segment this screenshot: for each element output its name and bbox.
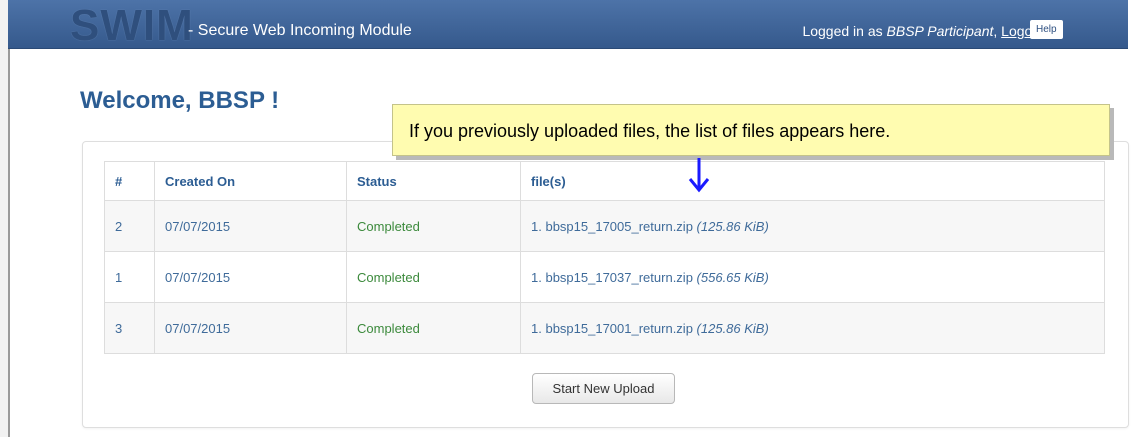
start-new-upload-button[interactable]: Start New Upload: [532, 373, 675, 404]
table-header-row: # Created On Status file(s): [104, 161, 1105, 201]
header-files: file(s): [520, 161, 1105, 201]
help-button[interactable]: Help: [1030, 20, 1063, 39]
row-created-on: 07/07/2015: [154, 251, 347, 303]
row-created-on: 07/07/2015: [154, 200, 347, 252]
header-number: #: [104, 161, 155, 201]
file-index: 1.: [531, 218, 542, 234]
file-link[interactable]: bbsp15_17001_return.zip: [545, 321, 692, 336]
row-created-on: 07/07/2015: [154, 302, 347, 354]
row-status: Completed: [346, 302, 521, 354]
swim-logo[interactable]: SWIM: [70, 4, 194, 48]
table-row: 2 07/07/2015 Completed 1. bbsp15_17005_r…: [104, 200, 1105, 252]
table-row: 1 07/07/2015 Completed 1. bbsp15_17037_r…: [104, 251, 1105, 303]
window-left-line: [8, 48, 10, 437]
row-status: Completed: [346, 251, 521, 303]
file-size: (125.86 KiB): [696, 218, 769, 234]
annotation-arrow-icon: [688, 158, 710, 193]
file-size: (556.65 KiB): [696, 269, 769, 285]
file-link[interactable]: bbsp15_17005_return.zip: [545, 219, 692, 234]
file-index: 1.: [531, 320, 542, 336]
logged-in-label: Logged in as: [802, 23, 887, 39]
header-created-on: Created On: [154, 161, 347, 201]
row-files: 1. bbsp15_17037_return.zip (556.65 KiB): [520, 251, 1105, 303]
user-name: BBSP Participant: [886, 23, 994, 39]
file-link[interactable]: bbsp15_17037_return.zip: [545, 270, 692, 285]
login-status: Logged in as BBSP Participant, Logout: [802, 23, 1044, 39]
annotation-callout: If you previously uploaded files, the li…: [392, 104, 1110, 156]
row-number: 3: [104, 302, 155, 354]
row-status: Completed: [346, 200, 521, 252]
app-subtitle: - Secure Web Incoming Module: [188, 22, 412, 39]
uploads-table: # Created On Status file(s) 2 07/07/2015…: [104, 161, 1105, 354]
row-number: 1: [104, 251, 155, 303]
welcome-heading: Welcome, BBSP !: [80, 87, 280, 114]
file-size: (125.86 KiB): [696, 320, 769, 336]
row-number: 2: [104, 200, 155, 252]
row-files: 1. bbsp15_17001_return.zip (125.86 KiB): [520, 302, 1105, 354]
top-navbar: SWIM - Secure Web Incoming Module Logged…: [8, 0, 1128, 49]
table-row: 3 07/07/2015 Completed 1. bbsp15_17001_r…: [104, 302, 1105, 354]
separator: ,: [993, 23, 1002, 39]
header-status: Status: [346, 161, 521, 201]
file-index: 1.: [531, 269, 542, 285]
row-files: 1. bbsp15_17005_return.zip (125.86 KiB): [520, 200, 1105, 252]
window-left-border: [0, 0, 8, 437]
